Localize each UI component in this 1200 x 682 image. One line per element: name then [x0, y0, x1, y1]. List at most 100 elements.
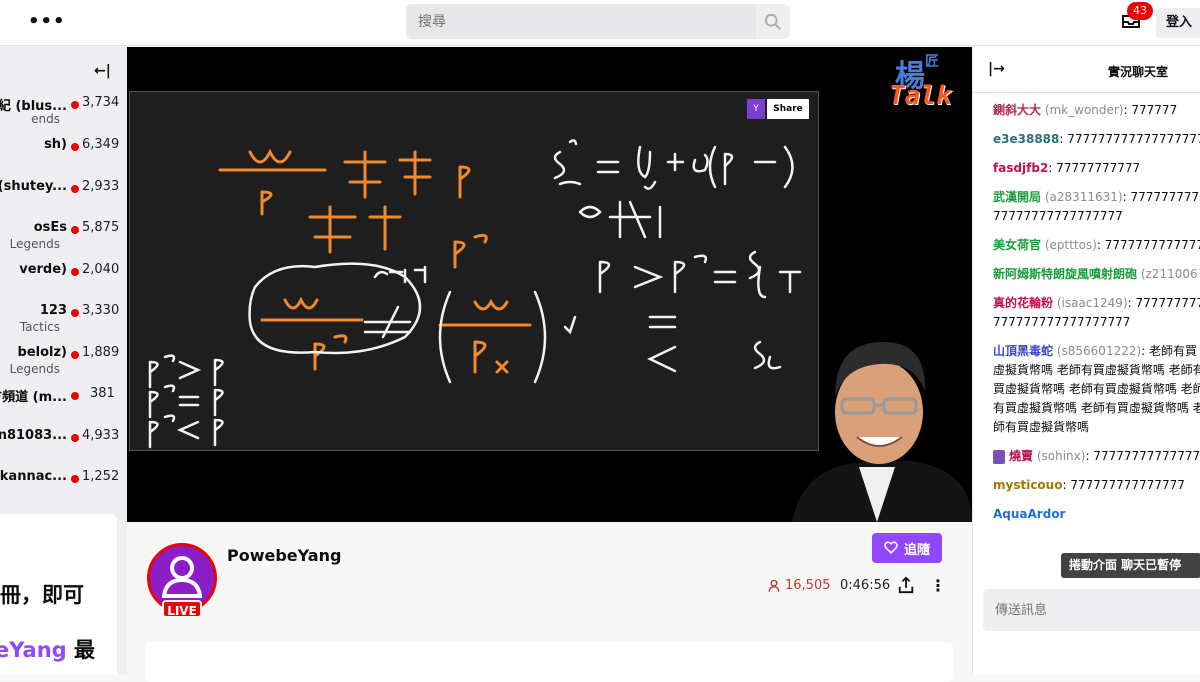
chat-username[interactable]: 山頂黑毒蛇 — [993, 344, 1053, 358]
live-dot-icon — [71, 392, 79, 400]
channel-name: verde) — [19, 262, 67, 277]
live-dot-icon — [71, 143, 79, 151]
search-button[interactable] — [756, 4, 790, 39]
chat-message-input[interactable] — [983, 589, 1200, 631]
live-dot-icon — [71, 185, 79, 193]
viewer-count: 6,349 — [82, 137, 120, 152]
more-menu-button[interactable]: ••• — [28, 10, 65, 34]
recommended-channels-sidebar: ←| 紀 (blus... ends 3,734 sh) 6,349 (shut… — [0, 47, 127, 675]
viewer-count: 381 — [90, 386, 115, 401]
chat-text: : 777777777777777777 — [1059, 132, 1200, 146]
share-stream-button[interactable] — [897, 576, 917, 596]
chat-text: : 77777777777 — [1048, 161, 1141, 175]
channel-name: 方頻道 (m... — [0, 390, 67, 405]
channel-name: (shutey... — [0, 179, 67, 194]
channel-name: osEs — [33, 220, 67, 235]
chat-text: : 77777777777777 — [1085, 449, 1200, 463]
chat-message: 山頂黑毒蛇 (s856601222): 老師有買虛擬貨幣嗎 老師有買虛擬貨幣嗎 … — [993, 342, 1200, 437]
sidebar-channel-item[interactable]: verde) 2,040 — [0, 262, 127, 302]
viewer-count: 5,875 — [82, 220, 120, 235]
live-dot-icon — [71, 434, 79, 442]
chat-text: : 77777777777777 — [1096, 238, 1200, 252]
promo-text-line1: 冊，即可 — [0, 583, 84, 607]
sidebar-channel-item[interactable]: sh) 6,349 — [0, 137, 127, 177]
live-dot-icon — [71, 226, 79, 234]
video-player[interactable]: Y Share 楊匠 Talk — [127, 47, 972, 522]
emote-icon — [993, 449, 1005, 464]
chat-username[interactable]: fasdjfb2 — [993, 161, 1048, 175]
chat-message: 真的花輪粉 (isaac1249): 77777777 7777777777777… — [993, 294, 1200, 332]
chat-message: fasdjfb2: 77777777777 — [993, 159, 1200, 178]
about-panel — [145, 642, 953, 682]
share-app-icon[interactable]: Y — [747, 99, 765, 119]
viewer-person-icon — [768, 579, 780, 592]
chat-message: mysticouo: 777777777777777 — [993, 476, 1200, 495]
viewer-count-display: 16,505 — [767, 578, 831, 593]
sidebar-channel-item[interactable]: (shutey... 2,933 — [0, 179, 127, 219]
chat-text: : 777777777777777 — [1062, 478, 1185, 492]
share-button[interactable]: Share — [767, 99, 809, 119]
sidebar-channel-item[interactable]: 123 Tactics 3,330 — [0, 303, 127, 343]
logo-small-text: 匠 — [925, 54, 939, 70]
chat-handle: (s856601222) — [1053, 344, 1142, 358]
sidebar-channel-item[interactable]: 紀 (blus... ends 3,734 — [0, 95, 127, 135]
channel-name: 123 — [39, 303, 67, 318]
search-box — [406, 4, 756, 39]
chat-username[interactable]: 真的花輪粉 — [993, 296, 1053, 310]
chat-title: 實況聊天室 — [1108, 65, 1169, 79]
live-badge: LIVE — [162, 600, 202, 618]
chat-message: AquaArdor — [993, 505, 1200, 524]
chat-message: 鍘斜大大 (mk_wonder): 777777 — [993, 101, 1200, 120]
chat-message: 新阿姆斯特朗旋風噴射朗砲 (z211006 — [993, 265, 1200, 284]
viewer-count: 2,040 — [82, 262, 120, 277]
sidebar-channel-item[interactable]: (kannac... 1,252 — [0, 469, 127, 509]
channel-name: (kannac... — [0, 469, 67, 484]
chat-username[interactable]: 武漢開局 — [993, 190, 1041, 204]
live-dot-icon — [71, 475, 79, 483]
chat-text: : 777777 — [1123, 103, 1178, 117]
chat-message: 燒賣 (sohinx): 77777777777777 — [993, 447, 1200, 466]
follow-button[interactable]: 追隨 — [872, 533, 942, 563]
channel-name: sh) — [44, 137, 67, 152]
streamer-webcam-overlay — [792, 342, 972, 522]
signup-promo-card: 冊，即可 eYang 最 — [0, 514, 117, 675]
channel-game: ends — [31, 112, 60, 126]
sidebar-channel-item[interactable]: belolz) Legends 1,889 — [0, 345, 127, 385]
channel-game: Legends — [9, 362, 60, 376]
live-dot-icon — [71, 101, 79, 109]
chat-username[interactable]: AquaArdor — [993, 507, 1065, 521]
sidebar-channel-item[interactable]: osEs Legends 5,875 — [0, 220, 127, 260]
follow-label: 追隨 — [903, 542, 930, 558]
share-icon — [898, 576, 914, 594]
promo-text-line2: eYang 最 — [0, 634, 95, 664]
chat-paused-banner[interactable]: 捲動介面 聊天已暫停 — [1061, 553, 1200, 578]
live-dot-icon — [71, 268, 79, 276]
login-button[interactable]: 登入 — [1156, 8, 1200, 38]
chat-username[interactable]: mysticouo — [993, 478, 1062, 492]
heart-icon — [884, 541, 898, 554]
chat-header: |→ 實況聊天室 — [973, 47, 1200, 93]
more-options-button[interactable]: ⋮ — [930, 576, 946, 596]
chat-message-list[interactable]: 鍘斜大大 (mk_wonder): 777777 e3e38888: 77777… — [993, 101, 1200, 534]
chat-handle: (a28311631) — [1041, 190, 1123, 204]
chat-handle: (isaac1249) — [1053, 296, 1128, 310]
streamer-name[interactable]: PowebeYang — [227, 546, 341, 565]
sidebar-channel-item[interactable]: 方頻道 (m... 381 — [0, 386, 127, 426]
viewer-count: 3,734 — [82, 95, 120, 110]
chat-username[interactable]: 鍘斜大大 — [993, 103, 1041, 117]
collapse-chat-icon[interactable]: |→ — [988, 61, 1005, 77]
viewer-count: 1,252 — [82, 469, 120, 484]
search-input[interactable] — [406, 4, 756, 39]
sidebar-channel-item[interactable]: n81083... 4,933 — [0, 428, 127, 468]
collapse-sidebar-icon[interactable]: ←| — [94, 63, 111, 79]
top-nav-bar: ••• 43 登入 — [0, 0, 1200, 46]
viewer-count: 3,330 — [82, 303, 120, 318]
chat-username[interactable]: 美女荷官 — [993, 238, 1041, 252]
viewer-count-value: 16,505 — [785, 578, 831, 593]
chat-message: 美女荷官 (eptttos): 77777777777777 — [993, 236, 1200, 255]
inbox-count-badge: 43 — [1127, 2, 1153, 20]
chat-username[interactable]: 新阿姆斯特朗旋風噴射朗砲 — [993, 267, 1137, 281]
chat-username[interactable]: e3e38888 — [993, 132, 1059, 146]
chat-username[interactable]: 燒賣 — [1009, 449, 1033, 463]
whiteboard-canvas — [129, 91, 819, 451]
